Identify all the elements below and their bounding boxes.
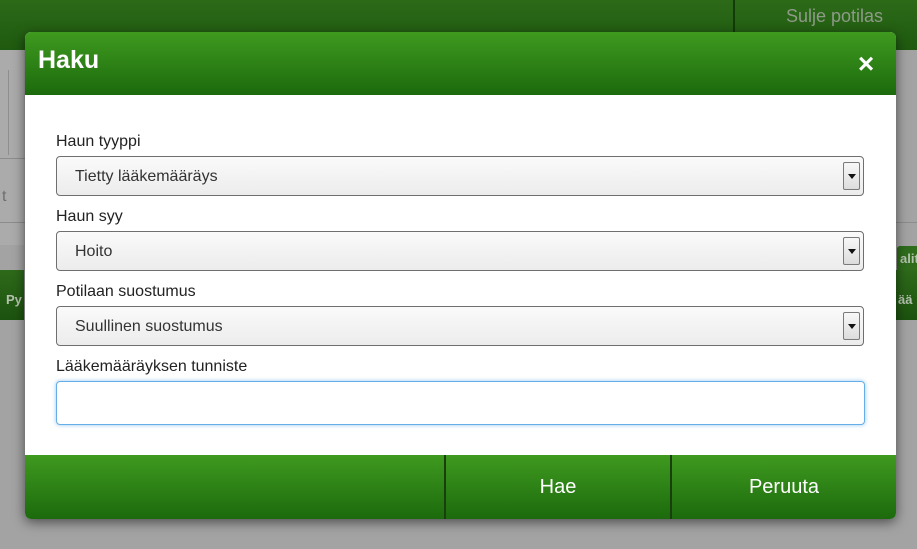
background-text-fragment: alit xyxy=(900,251,917,266)
top-bar-divider xyxy=(733,0,735,36)
close-icon[interactable]: × xyxy=(851,49,881,79)
search-type-value: Tietty lääkemääräys xyxy=(75,168,218,185)
dialog-title: Haku xyxy=(38,46,100,74)
chevron-down-icon xyxy=(843,312,860,340)
background-divider xyxy=(8,70,9,155)
patient-consent-select[interactable]: Suullinen suostumus xyxy=(56,306,864,346)
background-text-fragment: Py xyxy=(6,292,22,307)
background-table-header: ää xyxy=(895,270,917,320)
search-type-label: Haun tyyppi xyxy=(56,133,141,150)
dialog-footer: Hae Peruuta xyxy=(25,455,896,519)
search-reason-select[interactable]: Hoito xyxy=(56,231,864,271)
prescription-id-input[interactable] xyxy=(56,381,865,425)
background-text-fragment: t xyxy=(2,188,7,205)
dialog-header: Haku × xyxy=(25,32,896,95)
chevron-down-icon xyxy=(843,162,860,190)
search-dialog: Haku × Haun tyyppi Tietty lääkemääräys H… xyxy=(25,32,896,519)
search-type-select[interactable]: Tietty lääkemääräys xyxy=(56,156,864,196)
background-divider xyxy=(0,158,25,159)
background-text-fragment: ää xyxy=(898,292,913,307)
search-button[interactable]: Hae xyxy=(446,455,670,519)
close-patient-button: Sulje potilas xyxy=(786,6,884,26)
patient-consent-value: Suullinen suostumus xyxy=(75,318,223,335)
prescription-id-label: Lääkemääräyksen tunniste xyxy=(56,358,248,375)
background-divider xyxy=(896,222,917,223)
search-reason-value: Hoito xyxy=(75,243,113,260)
cancel-button[interactable]: Peruuta xyxy=(672,455,896,519)
chevron-down-icon xyxy=(843,237,860,265)
background-table-header: Py xyxy=(0,270,24,320)
background-divider xyxy=(0,222,25,223)
background-button: alit xyxy=(897,246,917,272)
background-panel xyxy=(0,50,24,245)
patient-consent-label: Potilaan suostumus xyxy=(56,283,196,300)
search-reason-label: Haun syy xyxy=(56,208,123,225)
